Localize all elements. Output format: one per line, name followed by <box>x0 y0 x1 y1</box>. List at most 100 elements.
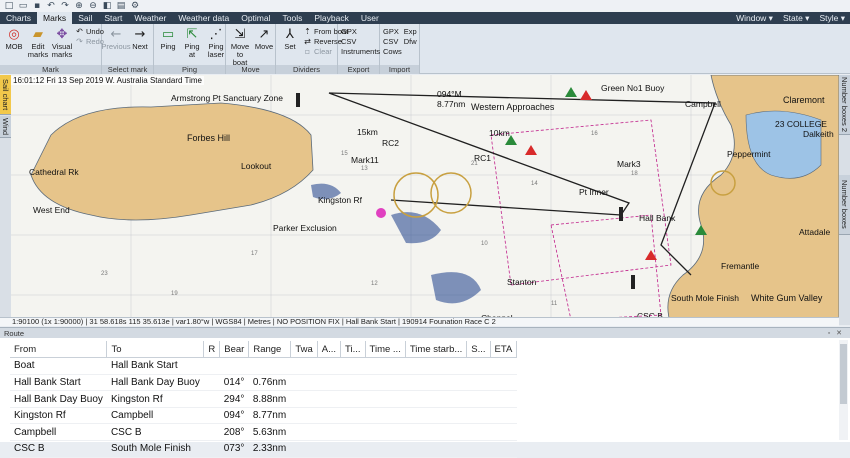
svg-text:18: 18 <box>631 171 638 177</box>
svg-text:14: 14 <box>531 181 538 187</box>
print-icon[interactable]: ▤ <box>116 0 126 12</box>
col-r[interactable]: R <box>203 341 221 359</box>
ping-button[interactable]: ▭ Ping <box>157 26 179 64</box>
export-csv-button[interactable]: CSV <box>341 37 380 46</box>
col-s[interactable]: S... <box>466 341 491 359</box>
tab-playback[interactable]: Playback <box>308 12 355 24</box>
scrollbar-thumb[interactable] <box>840 344 847 404</box>
col-bear[interactable]: Bear <box>219 341 250 359</box>
boat-marker[interactable] <box>376 208 386 218</box>
col-time-starb[interactable]: Time starb... <box>405 341 468 359</box>
map-label-mark3: Mark3 <box>617 159 641 169</box>
cell-from: Boat <box>10 357 107 375</box>
import-dfw-button[interactable]: Dfw <box>404 37 417 46</box>
map-label-range: 8.77nm <box>437 99 466 109</box>
redo-button[interactable]: ↷ Redo <box>75 37 104 46</box>
folder-icon: ▰ <box>33 27 43 42</box>
col-to[interactable]: To <box>106 341 205 359</box>
cell-bear: 014° <box>219 374 249 392</box>
set-dividers-button[interactable]: ⅄ Set <box>279 26 301 64</box>
table-row[interactable]: Campbell CSC B 208° 5.63nm <box>10 423 517 442</box>
tab-user[interactable]: User <box>355 12 385 24</box>
ping-icon: ▭ <box>161 27 175 42</box>
cell-from: CSC B <box>10 440 107 458</box>
move-to-boat-icon: ⇲ <box>234 27 246 42</box>
cell-from: Campbell <box>10 423 107 442</box>
state-menu[interactable]: State ▾ <box>778 12 815 24</box>
redo-icon[interactable]: ↷ <box>60 0 70 12</box>
previous-label: Previous <box>101 42 131 51</box>
move-to-boat-button[interactable]: ⇲ Move to boat <box>229 26 251 67</box>
settings-icon[interactable]: ⚙ <box>130 0 140 12</box>
table-row[interactable]: Kingston Rf Campbell 094° 8.77nm <box>10 407 517 425</box>
move-button[interactable]: ↗ Move <box>253 26 275 64</box>
group-select-mark: ← Previous → Next Select mark <box>101 24 154 74</box>
import-exp-button[interactable]: Exp <box>404 27 417 36</box>
import-csv-button[interactable]: CSV <box>383 37 402 46</box>
col-a[interactable]: A... <box>317 341 342 359</box>
zoom-out-icon[interactable]: ⊖ <box>88 0 98 12</box>
dividers-icon: ⅄ <box>286 27 294 42</box>
map-label-rc1: RC1 <box>474 153 492 163</box>
col-time[interactable]: Time ... <box>365 341 406 359</box>
svg-text:10: 10 <box>481 241 488 247</box>
route-table-header: From To R Bear Range Twa A... Ti... Time… <box>10 341 518 359</box>
ping-at-button[interactable]: ⇱ Ping at <box>181 26 203 64</box>
save-icon[interactable]: ▪ <box>32 0 42 12</box>
mob-button[interactable]: ◎ MOB <box>3 26 25 64</box>
map-label-armstrong: Armstrong Pt Sanctuary Zone <box>171 93 283 103</box>
tab-sail[interactable]: Sail <box>72 12 98 24</box>
table-row[interactable]: Hall Bank Day Buoy Kingston Rf 294° 8.88… <box>10 390 517 408</box>
tab-tools[interactable]: Tools <box>277 12 309 24</box>
col-ti[interactable]: Ti... <box>340 341 366 359</box>
col-twa[interactable]: Twa <box>290 341 318 359</box>
window-menu[interactable]: Window ▾ <box>731 12 778 24</box>
col-from[interactable]: From <box>10 341 108 359</box>
svg-text:15: 15 <box>341 151 348 157</box>
cell-to: Hall Bank Start <box>106 357 204 375</box>
export-instruments-button[interactable]: Instruments <box>341 47 380 56</box>
tab-start[interactable]: Start <box>98 12 128 24</box>
boat-icon: ⇡ <box>304 27 311 36</box>
redo-icon: ↷ <box>76 37 83 46</box>
style-menu[interactable]: Style ▾ <box>814 12 850 24</box>
chart-icon[interactable]: ◧ <box>102 0 112 12</box>
export-gpx-button[interactable]: GPX <box>341 27 380 36</box>
import-gpx-button[interactable]: GPX <box>383 27 402 36</box>
tab-charts[interactable]: Charts <box>0 12 37 24</box>
tab-number-boxes-2[interactable]: Number boxes 2 <box>839 75 850 135</box>
tab-number-boxes[interactable]: Number boxes <box>839 175 850 235</box>
table-row[interactable]: Hall Bank Start Hall Bank Day Buoy 014° … <box>10 374 517 392</box>
visual-marks-label: Visual marks <box>51 42 73 59</box>
cell-range: 0.76nm <box>248 374 291 392</box>
open-icon[interactable]: ▭ <box>18 0 28 12</box>
nautical-chart[interactable]: 15 13 21 14 10 12 16 18 23 19 17 11 16:01:12 Fri … <box>11 75 839 325</box>
tab-wind[interactable]: Wind <box>0 116 11 138</box>
map-label-claremont: Claremont <box>783 95 825 105</box>
previous-button[interactable]: ← Previous <box>101 26 130 64</box>
tab-optimal[interactable]: Optimal <box>235 12 276 24</box>
cell-r <box>203 440 220 458</box>
group-mark-label: Mark <box>0 65 101 74</box>
undo-button[interactable]: ↶ Undo <box>75 27 104 36</box>
next-button[interactable]: → Next <box>129 26 151 64</box>
tab-marks[interactable]: Marks <box>37 12 73 24</box>
visual-marks-button[interactable]: ✥ Visual marks <box>51 26 73 64</box>
import-cows-button[interactable]: Cows <box>383 47 402 56</box>
ping-laser-button[interactable]: ⋰ Ping laser <box>205 26 227 64</box>
col-range[interactable]: Range <box>248 341 292 359</box>
table-row[interactable]: CSC B South Mole Finish 073° 2.33nm <box>10 440 517 458</box>
tab-weather[interactable]: Weather <box>128 12 172 24</box>
route-line <box>328 92 716 276</box>
edit-marks-button[interactable]: ▰ Edit marks <box>27 26 49 64</box>
col-eta[interactable]: ETA <box>490 341 518 359</box>
table-row[interactable]: Boat Hall Bank Start <box>10 357 517 375</box>
route-scrollbar[interactable] <box>839 340 848 440</box>
tab-weather-data[interactable]: Weather data <box>172 12 235 24</box>
svg-text:23: 23 <box>101 271 108 277</box>
undo-icon[interactable]: ↶ <box>46 0 56 12</box>
panel-controls[interactable]: ▫ ✕ <box>828 329 850 337</box>
new-icon[interactable]: □ <box>4 0 14 12</box>
tab-sail-chart[interactable]: Sail chart <box>0 75 11 115</box>
zoom-in-icon[interactable]: ⊕ <box>74 0 84 12</box>
